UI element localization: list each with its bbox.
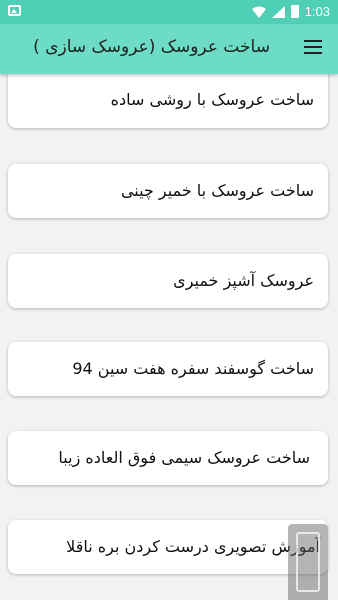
- battery-icon: [290, 5, 299, 18]
- list-item-label: ساخت عروسک با روشی ساده: [110, 90, 314, 109]
- image-icon: [8, 5, 21, 16]
- hamburger-menu-icon[interactable]: [304, 40, 322, 54]
- list-item[interactable]: ساخت عروسک با خمیر چینی: [8, 164, 328, 218]
- phone-watermark-icon: [288, 524, 328, 600]
- wifi-icon: [251, 6, 266, 18]
- list-item-label: ساخت گوسفند سفره هفت سین 94: [72, 359, 314, 378]
- status-icons: 1:03: [251, 4, 330, 19]
- signal-icon: [271, 5, 285, 18]
- article-list[interactable]: ساخت عروسک با روشی ساده ساخت عروسک با خم…: [0, 74, 338, 600]
- status-bar: 1:03: [0, 0, 338, 24]
- list-item[interactable]: ساخت گوسفند سفره هفت سین 94: [8, 342, 328, 396]
- list-item-label: آموزش تصویری درست کردن بره ناقلا: [66, 537, 320, 556]
- status-time: 1:03: [304, 4, 330, 19]
- list-item-label: ساخت عروسک سیمی فوق العاده زیبا: [58, 448, 310, 467]
- list-item-label: ساخت عروسک با خمیر چینی: [120, 181, 314, 200]
- list-item[interactable]: ساخت عروسک با روشی ساده: [8, 74, 328, 128]
- app-bar: ساخت عروسک (عروسک سازی ): [0, 24, 338, 74]
- list-item[interactable]: ساخت عروسک سیمی فوق العاده زیبا: [8, 431, 328, 485]
- list-item-label: عروسک آشپز خمیری: [173, 271, 314, 290]
- page-title: ساخت عروسک (عروسک سازی ): [33, 37, 270, 57]
- list-item[interactable]: عروسک آشپز خمیری: [8, 254, 328, 308]
- list-item[interactable]: آموزش تصویری درست کردن بره ناقلا: [8, 520, 328, 574]
